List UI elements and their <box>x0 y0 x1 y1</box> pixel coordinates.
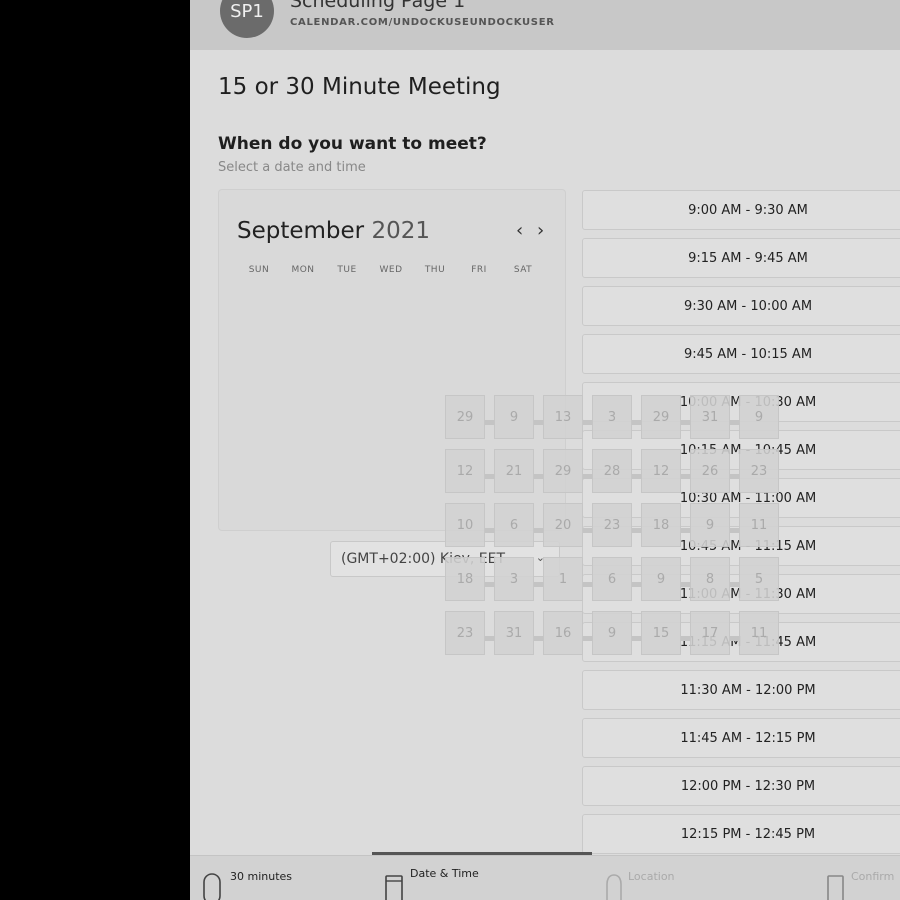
header-bar: SP1 Scheduling Page 1 CALENDAR.COM/UNDOC… <box>190 0 900 50</box>
calendar-day-cell[interactable]: 9 <box>690 503 730 547</box>
calendar-day-cell[interactable]: 12 <box>641 449 681 493</box>
confirm-icon <box>827 875 844 900</box>
calendar-day-cell[interactable]: 29 <box>641 395 681 439</box>
step-confirm-label: Confirm <box>851 870 895 883</box>
calendar-day-cell[interactable]: 5 <box>739 557 779 601</box>
time-slot-button[interactable]: 9:45 AM - 10:15 AM <box>582 334 900 374</box>
calendar-month-label: September 2021 <box>237 218 430 244</box>
calendar-day-cell[interactable]: 17 <box>690 611 730 655</box>
weekday-tue: TUE <box>337 265 357 275</box>
calendar-day-cell[interactable]: 31 <box>494 611 534 655</box>
time-slot-button[interactable]: 9:30 AM - 10:00 AM <box>582 286 900 326</box>
calendar-day-cell[interactable]: 9 <box>739 395 779 439</box>
calendar-day-cell[interactable]: 29 <box>445 395 485 439</box>
time-slot-button[interactable]: 11:30 AM - 12:00 PM <box>582 670 900 710</box>
weekday-sun: SUN <box>248 265 270 275</box>
calendar-day-cell[interactable]: 6 <box>494 503 534 547</box>
calendar-day-cell[interactable]: 9 <box>592 611 632 655</box>
calendar-day-cell[interactable]: 13 <box>543 395 583 439</box>
calendar-day-cell[interactable]: 16 <box>543 611 583 655</box>
calendar-day-cell[interactable]: 23 <box>445 611 485 655</box>
page-title: 15 or 30 Minute Meeting <box>218 74 501 100</box>
step-duration-label: 30 minutes <box>230 870 293 883</box>
clock-icon <box>203 873 221 900</box>
weekday-thu: THU <box>424 265 446 275</box>
time-slot-button[interactable]: 12:00 PM - 12:30 PM <box>582 766 900 806</box>
calendar-day-cell[interactable]: 12 <box>445 449 485 493</box>
year-label: 2021 <box>371 218 430 244</box>
meet-question: When do you want to meet? <box>218 134 487 154</box>
calendar-day-cell[interactable]: 29 <box>543 449 583 493</box>
previous-month-icon[interactable]: ‹ <box>516 220 523 241</box>
avatar: SP1 <box>220 0 274 38</box>
month-name: September <box>237 218 365 244</box>
calendar-day-cell[interactable]: 11 <box>739 503 779 547</box>
time-slot-button[interactable]: 12:15 PM - 12:45 PM <box>582 814 900 854</box>
step-date-time-label: Date & Time <box>410 867 479 880</box>
calendar-day-cell[interactable]: 1 <box>543 557 583 601</box>
calendar-day-cell[interactable]: 11 <box>739 611 779 655</box>
calendar-day-cell[interactable]: 9 <box>641 557 681 601</box>
meet-subtext: Select a date and time <box>218 160 366 175</box>
calendar-day-cell[interactable]: 3 <box>494 557 534 601</box>
calendar-day-cell[interactable]: 23 <box>592 503 632 547</box>
time-slot-button[interactable]: 9:00 AM - 9:30 AM <box>582 190 900 230</box>
time-slot-button[interactable]: 11:45 AM - 12:15 PM <box>582 718 900 758</box>
calendar-icon <box>385 875 403 900</box>
step-location-label: Location <box>628 870 675 883</box>
calendar-day-cell[interactable]: 6 <box>592 557 632 601</box>
step-confirm[interactable]: Confirm <box>826 856 900 900</box>
weekday-sat: SAT <box>513 265 533 275</box>
calendar-day-cell[interactable]: 10 <box>445 503 485 547</box>
calendar-day-cell[interactable]: 15 <box>641 611 681 655</box>
step-bar: 30 minutes Date & Time Location Confirm <box>190 855 900 900</box>
calendar-day-cell[interactable]: 31 <box>690 395 730 439</box>
weekday-mon: MON <box>291 265 315 275</box>
location-pin-icon <box>606 874 622 900</box>
calendar-day-cell[interactable]: 23 <box>739 449 779 493</box>
step-duration[interactable]: 30 minutes <box>202 856 352 900</box>
calendar-day-cell[interactable]: 28 <box>592 449 632 493</box>
calendar-day-cell[interactable]: 21 <box>494 449 534 493</box>
step-date-time[interactable]: Date & Time <box>384 856 544 900</box>
calendar-day-cell[interactable]: 26 <box>690 449 730 493</box>
step-location[interactable]: Location <box>604 856 764 900</box>
calendar-day-cell[interactable]: 18 <box>641 503 681 547</box>
calendar-day-cell[interactable]: 18 <box>445 557 485 601</box>
calendar-day-cell[interactable]: 9 <box>494 395 534 439</box>
calendar-day-cell[interactable]: 3 <box>592 395 632 439</box>
calendar-day-cell[interactable]: 8 <box>690 557 730 601</box>
scheduling-page-url[interactable]: CALENDAR.COM/UNDOCKUSEUNDOCKUSER <box>290 17 555 28</box>
weekday-fri: FRI <box>471 265 487 275</box>
time-slot-button[interactable]: 9:15 AM - 9:45 AM <box>582 238 900 278</box>
scheduling-panel: SP1 Scheduling Page 1 CALENDAR.COM/UNDOC… <box>190 0 900 900</box>
next-month-icon[interactable]: › <box>537 220 544 241</box>
weekday-wed: WED <box>379 265 403 275</box>
scheduling-page-name: Scheduling Page 1 <box>290 0 466 12</box>
calendar-day-cell[interactable]: 20 <box>543 503 583 547</box>
